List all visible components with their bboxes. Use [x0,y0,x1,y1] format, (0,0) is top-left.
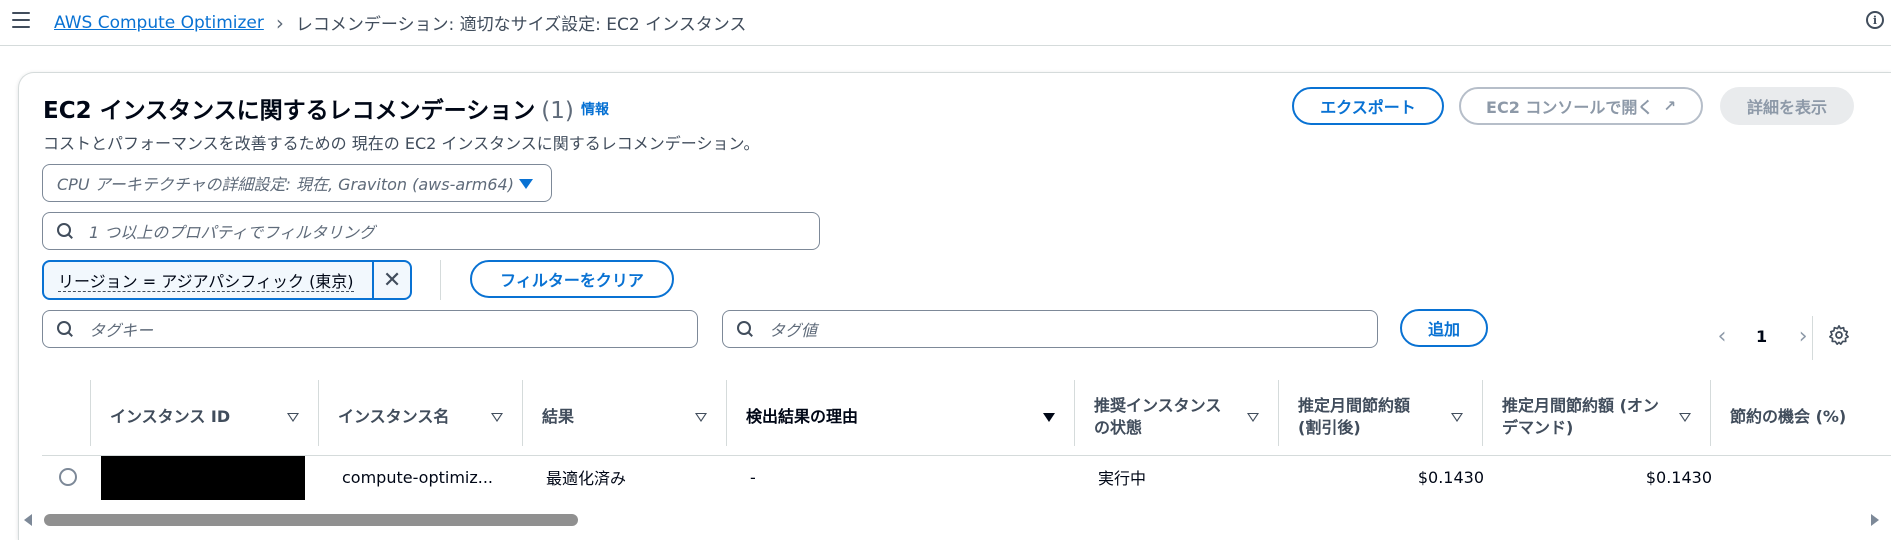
title-count: (1) [541,98,574,124]
column-title: 推定月間節約額 (オンデマンド) [1502,396,1659,437]
view-details-label: 詳細を表示 [1746,98,1827,117]
property-filter-input[interactable]: 1 つ以上のプロパティでフィルタリング [42,212,820,250]
tag-value-input[interactable]: タグ値 [722,310,1378,348]
chevron-left-icon[interactable]: ‹ [1712,324,1732,349]
chevron-right-icon[interactable]: › [1793,324,1813,349]
sort-caret-icon[interactable] [1247,413,1259,422]
gear-icon[interactable] [1828,324,1850,346]
divider [440,260,441,300]
table-header: インスタンス ID インスタンス名 結果 検出結果の理由 推奨インスタンスの状態… [42,378,1891,456]
sort-caret-icon[interactable] [1679,413,1691,422]
column-header-instance-id[interactable]: インスタンス ID [90,378,318,456]
tag-value-placeholder: タグ値 [769,321,818,340]
clear-filter-button[interactable]: フィルターをクリア [470,260,674,298]
pagination: ‹ 1 › [1712,317,1813,355]
cell-status: 実行中 [1098,469,1147,488]
cell-savings-ondemand: $0.1430 [1645,467,1712,487]
page-title: EC2 インスタンスに関するレコメンデーション (1) [43,91,574,125]
sort-caret-icon[interactable] [1451,413,1463,422]
column-title: 検出結果の理由 [746,407,859,426]
search-icon [737,321,753,337]
caret-down-icon [519,179,533,189]
scroll-left-icon[interactable] [24,514,32,526]
search-icon [57,223,73,239]
redacted-instance-id [101,456,305,500]
column-header-savings-opportunity[interactable]: 節約の機会 (%) [1710,378,1891,456]
divider [1812,316,1813,360]
export-label: エクスポート [1320,98,1416,117]
scroll-right-icon[interactable] [1871,514,1879,526]
column-title: 結果 [542,407,575,426]
sort-caret-icon[interactable] [491,413,503,422]
sort-caret-icon[interactable] [1043,413,1055,422]
breadcrumb: AWS Compute Optimizer › レコメンデーション: 適切なサイ… [54,10,747,36]
cell-finding: 最適化済み [546,469,627,488]
chevron-right-icon: › [275,10,284,35]
cell-finding-reason: - [750,467,756,487]
column-title: 節約の機会 (%) [1730,407,1847,426]
info-icon[interactable]: i [1866,11,1884,29]
scrollbar-thumb[interactable] [44,514,578,526]
breadcrumb-current: レコメンデーション: 適切なサイズ設定: EC2 インスタンス [295,15,747,35]
column-title: 推定月間節約額 (割引後) [1298,396,1411,437]
tag-key-input[interactable]: タグキー [42,310,698,348]
remove-filter-close-icon[interactable]: ✕ [372,262,410,298]
breadcrumb-root-link[interactable]: AWS Compute Optimizer [54,13,264,33]
info-link[interactable]: 情報 [581,99,609,119]
column-title: 推奨インスタンスの状態 [1094,396,1222,437]
search-icon [57,321,73,337]
open-console-label: EC2 コンソールで開く [1486,98,1654,117]
filter-token: リージョン = アジアパシフィック (東京) ✕ [42,260,412,300]
row-select-radio[interactable] [59,468,77,486]
add-tag-label: 追加 [1427,320,1460,339]
view-details-button[interactable]: 詳細を表示 [1720,87,1854,125]
cell-savings-discounted: $0.1430 [1417,467,1484,487]
cpu-select-value: CPU アーキテクチャの詳細設定: 現在, Graviton (aws-arm6… [57,175,514,194]
tag-key-placeholder: タグキー [89,321,154,340]
horizontal-scrollbar[interactable] [18,510,1891,530]
filter-token-label[interactable]: リージョン = アジアパシフィック (東京) [44,268,372,292]
title-text: EC2 インスタンスに関するレコメンデーション [43,98,536,124]
cell-instance-name: compute-optimiz... [342,467,494,487]
column-header-finding-reason[interactable]: 検出結果の理由 [726,378,1074,456]
column-title: インスタンス名 [338,407,450,426]
panel-description: コストとパフォーマンスを改善するための 現在の EC2 インスタンスに関するレコ… [43,134,760,153]
menu-icon[interactable] [12,12,30,28]
filter-token-text: リージョン = アジアパシフィック (東京) [58,272,354,292]
page-number[interactable]: 1 [1756,327,1767,346]
cpu-architecture-select[interactable]: CPU アーキテクチャの詳細設定: 現在, Graviton (aws-arm6… [42,164,552,202]
sort-caret-icon[interactable] [695,413,707,422]
property-filter-placeholder: 1 つ以上のプロパティでフィルタリング [89,223,375,242]
column-header-savings-ondemand[interactable]: 推定月間節約額 (オンデマンド) [1482,378,1710,456]
export-button[interactable]: エクスポート [1292,87,1444,125]
clear-filter-label: フィルターをクリア [500,271,644,290]
open-ec2-console-button[interactable]: EC2 コンソールで開く ↗ [1459,87,1703,125]
top-bar: AWS Compute Optimizer › レコメンデーション: 適切なサイ… [0,0,1891,46]
external-link-icon: ↗ [1663,97,1676,115]
sort-caret-icon[interactable] [287,413,299,422]
column-title: インスタンス ID [110,407,231,426]
add-tag-button[interactable]: 追加 [1400,309,1488,347]
